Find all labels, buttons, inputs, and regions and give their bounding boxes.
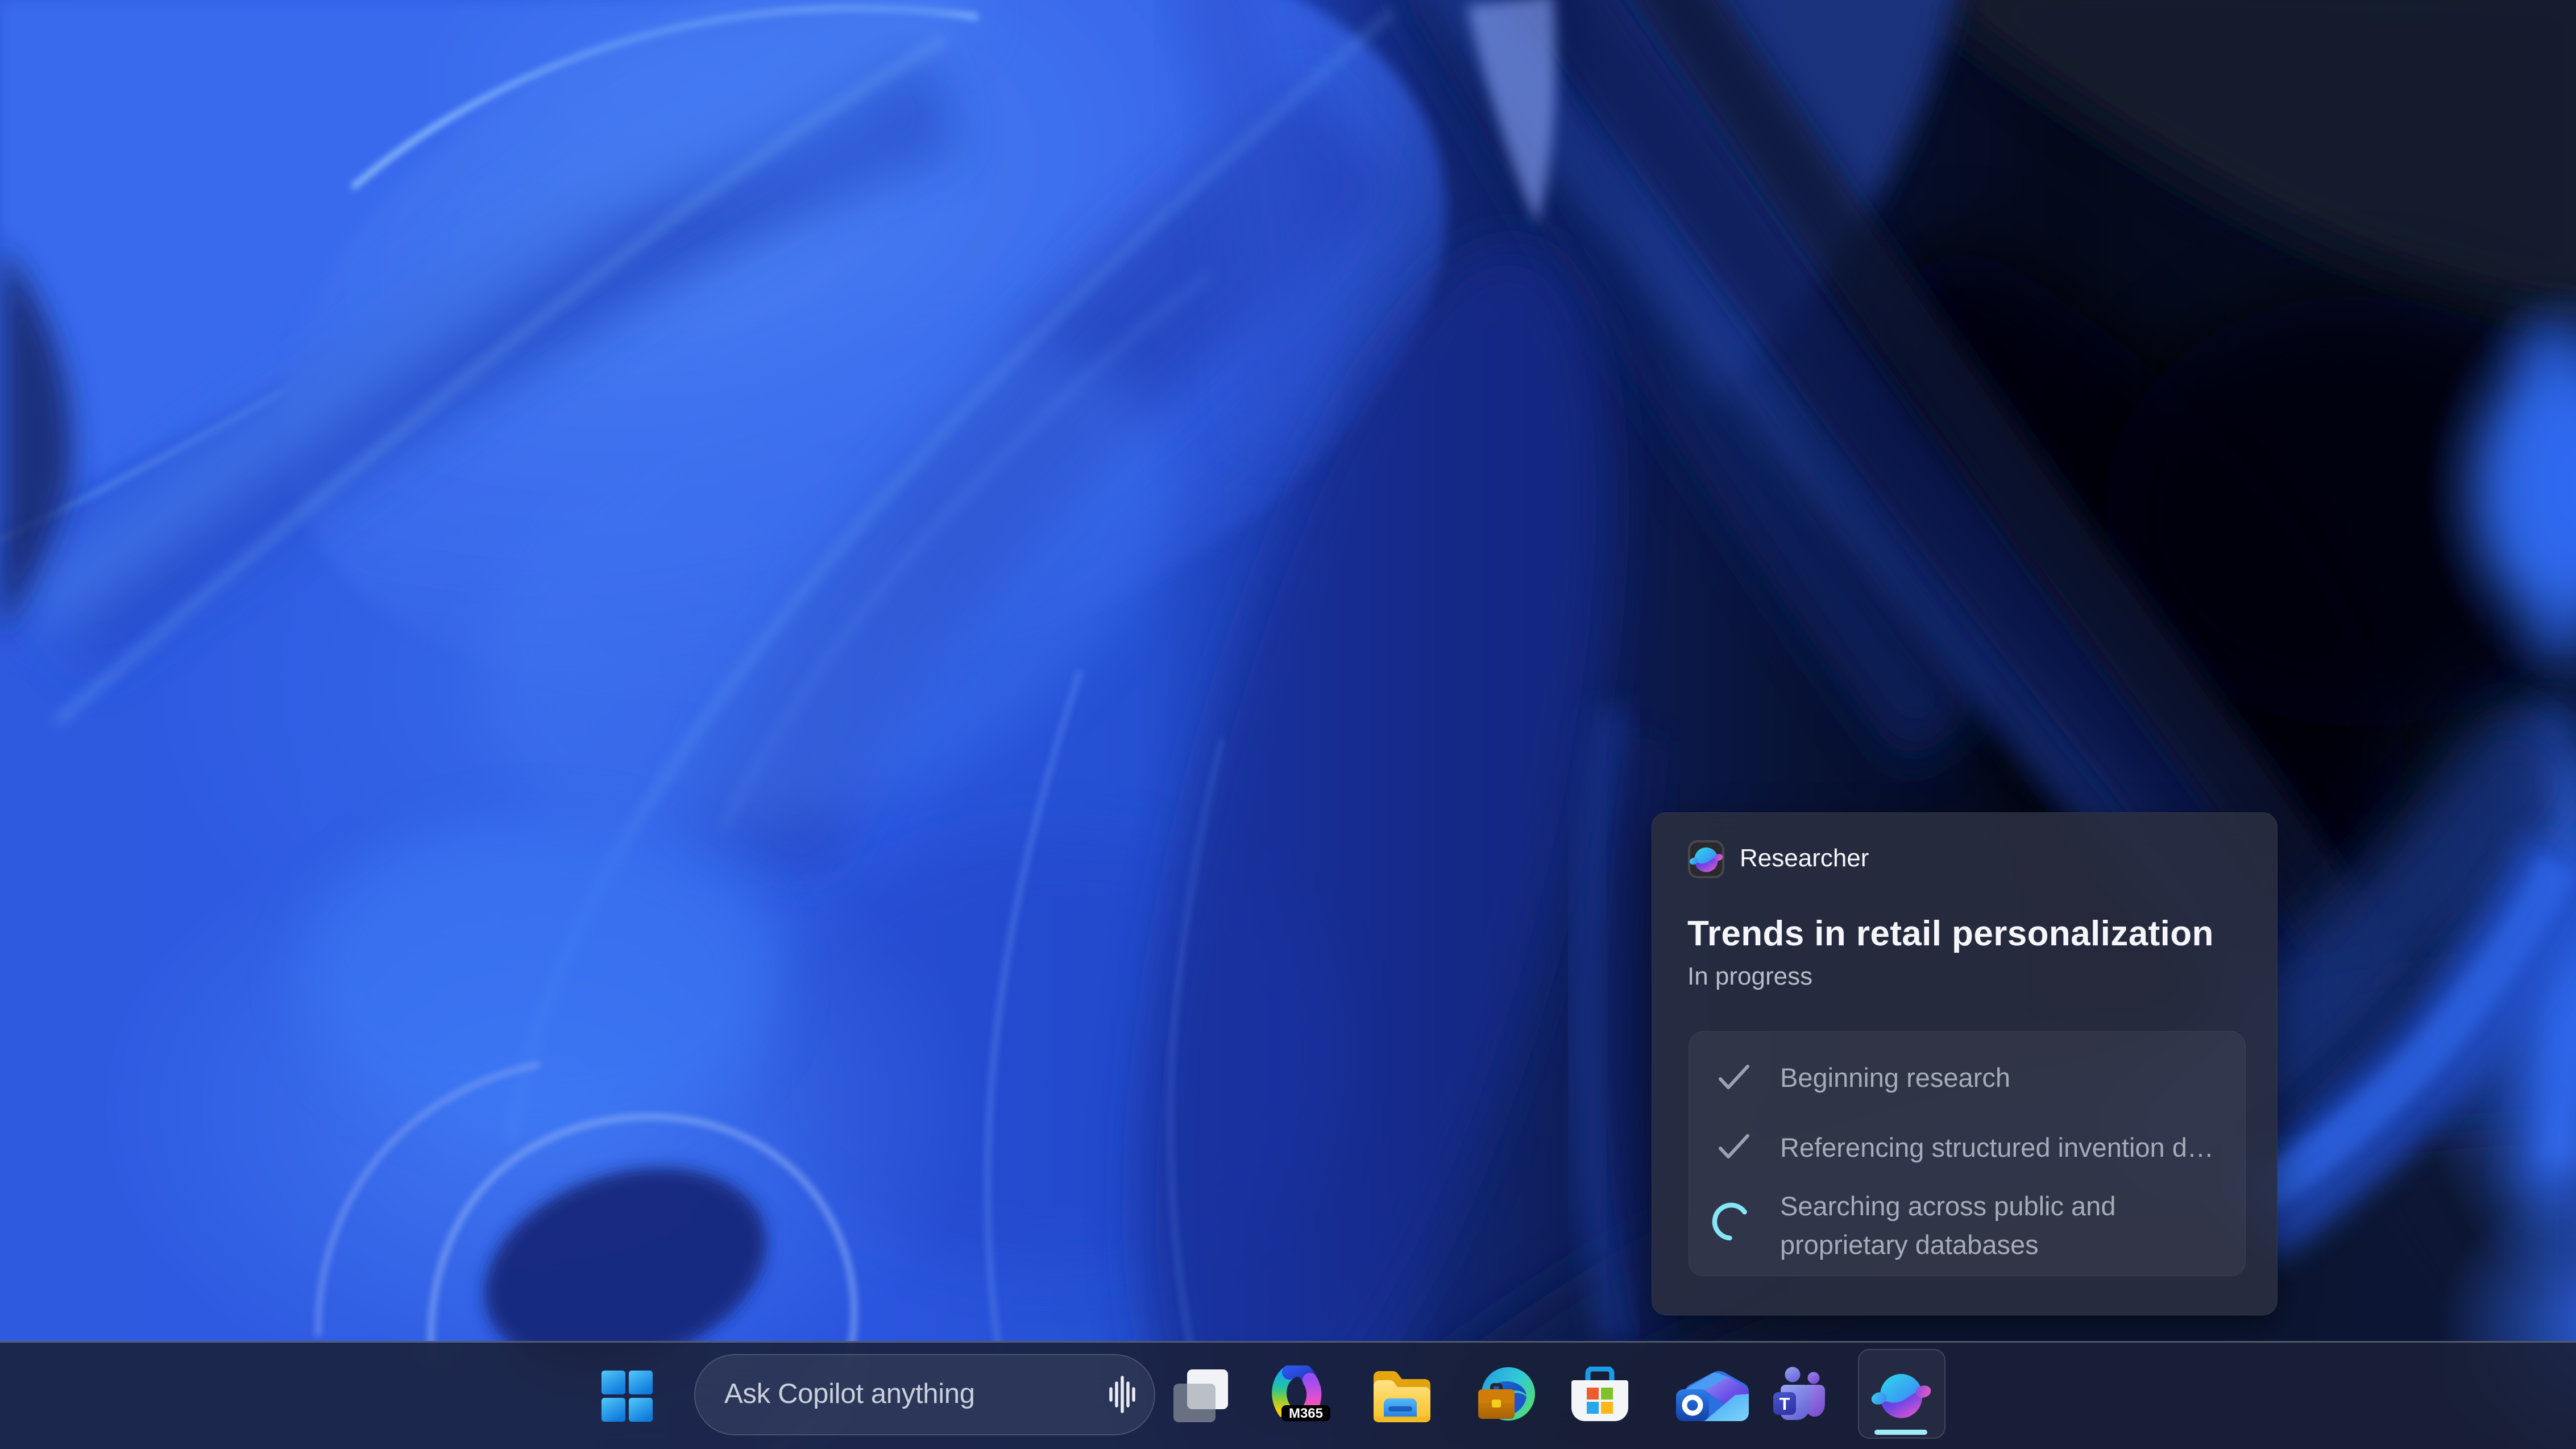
svg-text:M365: M365 xyxy=(1289,1406,1323,1421)
svg-text:T: T xyxy=(1779,1394,1790,1414)
